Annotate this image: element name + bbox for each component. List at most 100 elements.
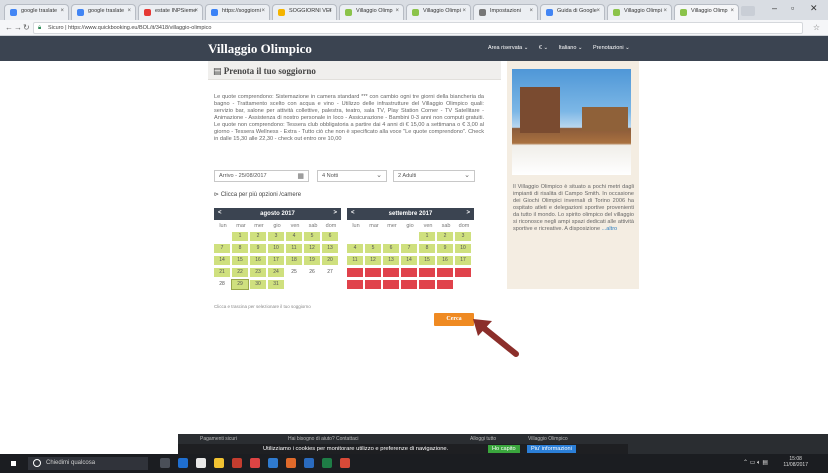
taskbar-clock[interactable]: 15:08 11/08/2017: [783, 456, 808, 468]
calendar-day[interactable]: 2: [250, 232, 266, 241]
calendar-day[interactable]: 5: [304, 232, 320, 241]
back-icon[interactable]: ←: [5, 23, 13, 32]
cookie-accept-button[interactable]: Ho capito: [488, 445, 520, 453]
browser-tab[interactable]: Villaggio Olimpi ×: [607, 4, 672, 20]
calendar-day[interactable]: 30: [250, 280, 266, 289]
calendar-day[interactable]: 7: [401, 244, 417, 253]
app-icon[interactable]: [340, 458, 350, 468]
calendar-day[interactable]: 7: [214, 244, 230, 253]
calendar-day[interactable]: 13: [383, 256, 399, 265]
read-more-link[interactable]: ...altro: [602, 226, 618, 232]
calendar-day[interactable]: 9: [250, 244, 266, 253]
calendar-day[interactable]: 17: [268, 256, 284, 265]
browser-tab[interactable]: https://soggiorni ×: [205, 4, 270, 20]
tab-close-icon[interactable]: ×: [596, 8, 600, 14]
file-explorer-icon[interactable]: [214, 458, 224, 468]
calendar-day[interactable]: 12: [365, 256, 381, 265]
menu-prenotazioni[interactable]: Prenotazioni ⌄: [593, 45, 630, 51]
site-brand[interactable]: Villaggio Olimpico: [208, 41, 312, 57]
footer-lodging[interactable]: Alloggi tutto: [470, 436, 496, 442]
calendar-day[interactable]: 20: [322, 256, 338, 265]
browser-tab[interactable]: google traslate ×: [71, 4, 136, 20]
calendar-day[interactable]: [347, 268, 363, 277]
edge-icon[interactable]: [178, 458, 188, 468]
word-icon[interactable]: [304, 458, 314, 468]
footer-help[interactable]: Hai bisogno di aiuto?: [288, 436, 335, 442]
calendar-day[interactable]: 9: [437, 244, 453, 253]
calendar-day[interactable]: [383, 268, 399, 277]
tab-close-icon[interactable]: ×: [663, 8, 667, 14]
calendar-day[interactable]: 14: [214, 256, 230, 265]
calendar-day[interactable]: [401, 268, 417, 277]
browser-tab[interactable]: Guida di Google ×: [540, 4, 605, 20]
next-month-button[interactable]: >: [333, 210, 337, 216]
footer-secure-payments[interactable]: Pagamenti sicuri: [200, 436, 237, 442]
calendar-day[interactable]: [347, 280, 363, 289]
calendar-day[interactable]: 10: [268, 244, 284, 253]
calendar-day[interactable]: [383, 280, 399, 289]
calendar-day[interactable]: 14: [401, 256, 417, 265]
calendar-day[interactable]: 25: [286, 268, 302, 277]
tab-close-icon[interactable]: ×: [328, 8, 332, 14]
calendar-day[interactable]: 1: [419, 232, 435, 241]
calendar-day[interactable]: [365, 280, 381, 289]
url-field[interactable]: 🔒︎ Sicuro | https://www.quickbooking.eu/…: [33, 22, 803, 34]
calendar-day[interactable]: 2: [437, 232, 453, 241]
calendar-day[interactable]: 3: [268, 232, 284, 241]
tab-close-icon[interactable]: ×: [730, 8, 734, 14]
arrival-date-field[interactable]: Arrivo - 25/08/2017 ▦: [214, 170, 309, 182]
browser-tab[interactable]: estate INPSieme ×: [138, 4, 203, 20]
system-tray-icons[interactable]: ⌃ ▭ 🔈︎ ▤: [743, 459, 768, 467]
forward-icon[interactable]: →: [14, 23, 22, 32]
adults-select[interactable]: 2 Adulti ⌄: [393, 170, 475, 182]
calendar-day[interactable]: 13: [322, 244, 338, 253]
calendar-day[interactable]: 27: [322, 268, 338, 277]
calendar-day[interactable]: 11: [347, 256, 363, 265]
nights-select[interactable]: 4 Notti ⌄: [317, 170, 387, 182]
calendar-day[interactable]: 12: [304, 244, 320, 253]
calendar-day[interactable]: [419, 268, 435, 277]
calendar-day[interactable]: 3: [455, 232, 471, 241]
menu-language[interactable]: Italiano ⌄: [559, 45, 583, 51]
calendar-day[interactable]: 8: [232, 244, 248, 253]
calendar-day[interactable]: [437, 268, 453, 277]
browser-tab[interactable]: Villaggio Olimpi ×: [406, 4, 471, 20]
windows-start-icon[interactable]: [10, 460, 17, 467]
excel-icon[interactable]: [322, 458, 332, 468]
tab-close-icon[interactable]: ×: [395, 8, 399, 14]
browser-tab[interactable]: Villaggio Olimp ×: [674, 4, 739, 20]
calendar-day[interactable]: 16: [250, 256, 266, 265]
date-picker-icon[interactable]: ▦: [297, 172, 304, 180]
calendar-day[interactable]: 24: [268, 268, 284, 277]
calendar-day[interactable]: 31: [268, 280, 284, 289]
prev-month-button[interactable]: <: [218, 210, 222, 216]
tab-close-icon[interactable]: ×: [194, 8, 198, 14]
calendar-day[interactable]: 8: [419, 244, 435, 253]
calendar-day[interactable]: [455, 268, 471, 277]
calendar-day[interactable]: 10: [455, 244, 471, 253]
tab-close-icon[interactable]: ×: [462, 8, 466, 14]
calendar-day[interactable]: 26: [304, 268, 320, 277]
taskbar-search[interactable]: Chiedimi qualcosa: [28, 457, 148, 470]
next-month-button[interactable]: >: [466, 210, 470, 216]
calendar-day[interactable]: 4: [347, 244, 363, 253]
calendar-day[interactable]: 11: [286, 244, 302, 253]
calendar-day[interactable]: 29: [231, 279, 249, 290]
tab-close-icon[interactable]: ×: [261, 8, 265, 14]
search-button[interactable]: Cerca: [434, 313, 474, 326]
calendar-day[interactable]: 4: [286, 232, 302, 241]
store-icon[interactable]: [196, 458, 206, 468]
minimize-icon[interactable]: –: [772, 3, 777, 13]
footer-village[interactable]: Villaggio Olimpico: [528, 436, 568, 442]
menu-area-riservata[interactable]: Area riservata ⌄: [488, 45, 528, 51]
tab-close-icon[interactable]: ×: [529, 8, 533, 14]
browser-tab[interactable]: Impostazioni ×: [473, 4, 538, 20]
footer-contact[interactable]: Contattaci: [336, 436, 359, 442]
tab-close-icon[interactable]: ×: [127, 8, 131, 14]
calendar-day[interactable]: 17: [455, 256, 471, 265]
reload-icon[interactable]: ↻: [23, 23, 30, 32]
maximize-icon[interactable]: ▫: [791, 3, 794, 13]
app-icon[interactable]: [268, 458, 278, 468]
more-options-link[interactable]: ⊳ Clicca per più opzioni /camere: [214, 191, 301, 198]
menu-currency[interactable]: € ⌄: [539, 45, 548, 51]
